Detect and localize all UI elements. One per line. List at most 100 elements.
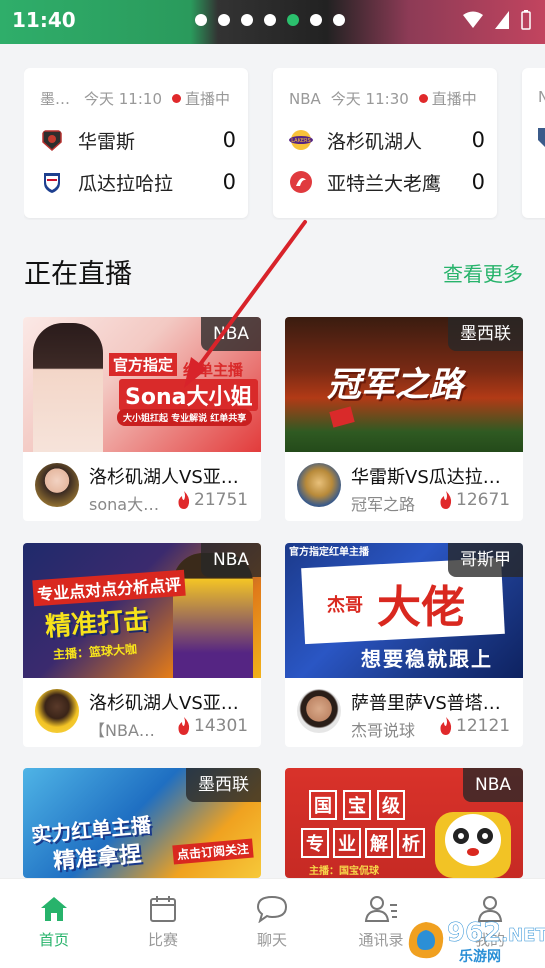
- popularity: 12671: [439, 490, 510, 510]
- match-status: 直播中: [431, 90, 477, 108]
- flag-graphic: [329, 406, 355, 428]
- svg-text:LAKERS: LAKERS: [291, 138, 310, 144]
- league-tag: 哥斯甲: [448, 543, 523, 577]
- thumb-text: 析: [397, 828, 425, 858]
- league-tag: NBA: [200, 543, 261, 577]
- flame-icon: [440, 491, 452, 509]
- match-header: N: [538, 88, 545, 106]
- popularity-count: 12671: [456, 490, 511, 510]
- host-avatar: [297, 463, 341, 507]
- pager-dot[interactable]: [333, 14, 345, 26]
- live-stream-card[interactable]: 官方指定 红单主播 Sona大小姐 大小姐扛起 专业解说 红单共享 NBA 洛杉…: [23, 317, 261, 521]
- panda-mascot-icon: [435, 812, 511, 878]
- team-score: 0: [471, 128, 485, 152]
- host-avatar: [297, 689, 341, 733]
- match-card[interactable]: 墨西哥超 今天 11:10 直播中 华雷斯 0 瓜达拉哈拉 0: [24, 68, 248, 218]
- thumb-text: 精准打击: [44, 605, 151, 643]
- popularity: 21751: [177, 490, 248, 510]
- live-stream-card[interactable]: 实力红单主播 精准拿捏 点击订阅关注 墨西联: [23, 768, 261, 878]
- stream-thumbnail: 冠军之路 墨西联: [285, 317, 523, 452]
- status-time: 11:40: [12, 8, 76, 32]
- team-logo-icon: [44, 173, 60, 193]
- popularity-count: 12121: [456, 716, 511, 736]
- pager-dot[interactable]: [264, 14, 276, 26]
- thumb-text: 想要稳就跟上: [361, 647, 493, 671]
- pager-dot[interactable]: [218, 14, 230, 26]
- live-stream-card[interactable]: 专业点对点分析点评 精准打击 主播：篮球大咖 NBA 洛杉矶湖人VS亚特兰大老鹰…: [23, 543, 261, 747]
- host-name: 杰哥说球: [351, 721, 416, 740]
- pager-dot-active[interactable]: [287, 14, 299, 26]
- match-header: NBA 今天 11:30 直播中: [289, 88, 477, 109]
- signal-icon: [495, 11, 509, 29]
- flame-icon: [178, 717, 190, 735]
- battery-icon: [521, 10, 531, 30]
- host-name: 冠军之路: [351, 495, 416, 514]
- pager-dot[interactable]: [310, 14, 322, 26]
- host-avatar: [35, 463, 79, 507]
- match-carousel[interactable]: 墨西哥超 今天 11:10 直播中 华雷斯 0 瓜达拉哈拉 0 NBA 今天 1…: [24, 68, 545, 220]
- status-icons: [463, 10, 531, 30]
- tab-label: 比赛: [147, 931, 178, 949]
- thumb-text: 点击订阅关注: [172, 838, 254, 865]
- team-score: 0: [222, 170, 236, 194]
- live-stream-card[interactable]: 冠军之路 墨西联 华雷斯VS瓜达拉哈拉 冠军之路 12671: [285, 317, 523, 521]
- team-name: 华雷斯: [78, 130, 136, 153]
- live-stream-card[interactable]: 国 宝 级 专 业 解 析 主播：国宝侃球 NBA: [285, 768, 523, 878]
- tab-label: 聊天: [256, 931, 287, 949]
- match-time: 今天 11:10: [84, 90, 162, 108]
- match-header: 墨西哥超 今天 11:10 直播中: [40, 88, 230, 109]
- stream-thumbnail: 官方指定红单主播 杰哥 大佬 想要稳就跟上 哥斯甲: [285, 543, 523, 678]
- tab-chat[interactable]: 聊天: [232, 895, 312, 950]
- home-team-row: 华雷斯 0: [40, 126, 236, 154]
- popularity: 14301: [177, 716, 248, 736]
- match-time: 今天 11:30: [330, 90, 409, 108]
- match-card[interactable]: NBA 今天 11:30 直播中 LAKERS 洛杉矶湖人 0 亚特兰大老鹰 0: [273, 68, 497, 218]
- match-status: 直播中: [185, 90, 231, 108]
- league-tag: 墨西联: [186, 768, 261, 802]
- stream-title: 萨普里萨VS普塔雷纳斯: [351, 693, 511, 714]
- thumb-text: 宝: [343, 790, 371, 820]
- league-tag: NBA: [200, 317, 261, 351]
- team-name: 亚特兰大老鹰: [327, 172, 442, 195]
- live-stream-card[interactable]: 官方指定红单主播 杰哥 大佬 想要稳就跟上 哥斯甲 萨普里萨VS普塔雷纳斯 杰哥…: [285, 543, 523, 747]
- popularity: 12121: [439, 716, 510, 736]
- view-more-link[interactable]: 查看更多: [443, 258, 523, 287]
- flame-icon: [178, 491, 190, 509]
- thumb-text: 解: [365, 828, 393, 858]
- popularity-count: 14301: [194, 716, 249, 736]
- tab-matches[interactable]: 比赛: [123, 895, 203, 950]
- thumb-text: 杰哥: [327, 595, 363, 616]
- tab-home[interactable]: 首页: [14, 895, 94, 950]
- title-boxes: 国 宝 级: [309, 790, 405, 820]
- stream-thumbnail: 官方指定 红单主播 Sona大小姐 大小姐扛起 专业解说 红单共享 NBA: [23, 317, 261, 452]
- tab-label: 首页: [38, 931, 69, 949]
- stream-title: 华雷斯VS瓜达拉哈拉: [351, 467, 511, 488]
- match-league: 墨西哥超: [40, 90, 74, 108]
- section-title: 正在直播: [24, 259, 132, 290]
- site-watermark: 962.NET 乐游网: [401, 916, 545, 965]
- thumb-text: Sona大小姐: [119, 379, 259, 411]
- match-card[interactable]: N: [522, 68, 545, 218]
- away-team-row: 瓜达拉哈拉 0: [40, 168, 236, 196]
- live-indicator-icon: [418, 94, 428, 103]
- team-logo-icon: [290, 171, 312, 193]
- league-tag: 墨西联: [448, 317, 523, 351]
- title-boxes: 专 业 解 析: [301, 828, 425, 858]
- pager-dot[interactable]: [241, 14, 253, 26]
- stream-thumbnail: 实力红单主播 精准拿捏 点击订阅关注 墨西联: [23, 768, 261, 878]
- thumb-text: 冠军之路: [327, 365, 463, 405]
- away-team-row: 亚特兰大老鹰 0: [289, 168, 485, 196]
- home-icon: [41, 897, 67, 921]
- thumb-text: 专: [301, 828, 329, 858]
- pager-dot[interactable]: [195, 14, 207, 26]
- calendar-icon: [150, 896, 176, 922]
- stream-thumbnail: 国 宝 级 专 业 解 析 主播：国宝侃球 NBA: [285, 768, 523, 878]
- thumb-text: 大小姐扛起 专业解说 红单共享: [117, 409, 253, 426]
- host-name: sona大小姐: [89, 495, 163, 514]
- thumb-text: 精准拿捏: [52, 842, 143, 875]
- stream-title: 洛杉矶湖人VS亚特兰大老鹰: [89, 693, 249, 714]
- stream-thumbnail: 专业点对点分析点评 精准打击 主播：篮球大咖 NBA: [23, 543, 261, 678]
- banner-pager[interactable]: [195, 14, 345, 26]
- thumb-text: 官方指定红单主播: [289, 547, 369, 558]
- team-score: 0: [222, 128, 236, 152]
